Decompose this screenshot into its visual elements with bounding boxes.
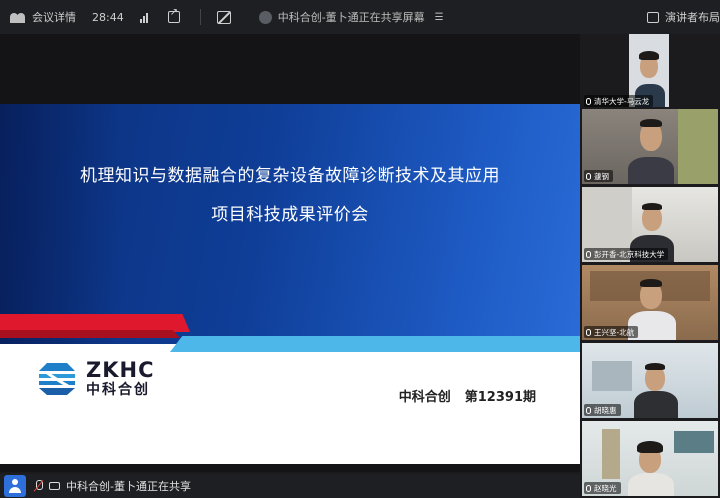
participant-name: 赵晓光: [594, 483, 617, 493]
shared-screen-area: 机理知识与数据融合的复杂设备故障诊断技术及其应用 项目科技成果评价会 ZKHC …: [0, 34, 580, 472]
app-logo-icon: [10, 11, 26, 23]
slide-title-line1: 机理知识与数据融合的复杂设备故障诊断技术及其应用: [80, 166, 500, 186]
sharing-status: 中科合创-董卜通正在共享: [66, 480, 191, 493]
camera-icon[interactable]: [49, 482, 60, 490]
mic-icon: [586, 172, 591, 180]
cyan-accent-stripe: [170, 336, 580, 352]
slide-title-line2: 项目科技成果评价会: [211, 205, 369, 225]
participant-name: 蘧钢: [594, 171, 609, 181]
slide-footer: 中科合创 第12391期: [399, 386, 536, 405]
participant-name: 王兴坚-北航: [594, 327, 635, 337]
participant-video-tile[interactable]: 蘧钢: [582, 109, 718, 184]
participant-name: 清华大学-马云龙: [594, 96, 650, 106]
sharer-avatar: [258, 10, 272, 24]
footer-issue: 第12391期: [464, 390, 536, 405]
top-toolbar: 会议详情 28:44 中科合创-董卜通正在共享屏幕 ☰ 演讲者布局: [0, 0, 720, 34]
footer-org: 中科合创: [398, 390, 451, 405]
signal-strength-icon[interactable]: [139, 12, 148, 23]
zkhc-logo-icon: [39, 362, 75, 395]
view-layout-label: 演讲者布局: [665, 11, 720, 24]
presentation-slide: 机理知识与数据融合的复杂设备故障诊断技术及其应用 项目科技成果评价会 ZKHC …: [0, 104, 580, 464]
mic-icon: [586, 97, 591, 105]
mic-icon: [586, 250, 591, 258]
layout-icon: [647, 11, 659, 23]
participant-video-tile[interactable]: 彭开香-北京科技大学: [582, 187, 718, 262]
mic-icon: [586, 406, 591, 414]
share-link-icon[interactable]: [167, 7, 180, 23]
participant-name: 胡晓惠: [594, 405, 617, 415]
mic-icon: [586, 484, 591, 492]
mic-icon: [586, 328, 591, 336]
logo-chinese-text: 中科合创: [86, 382, 150, 398]
logo-english-text: ZKHC: [86, 358, 155, 382]
participant-name-tag: 彭开香-北京科技大学: [584, 248, 669, 260]
participant-name: 彭开香-北京科技大学: [594, 249, 665, 259]
sharing-status-text: 中科合创-董卜通正在共享屏幕: [277, 11, 425, 24]
menu-icon[interactable]: ☰: [435, 12, 444, 23]
mic-muted-icon[interactable]: [34, 480, 43, 492]
toolbar-divider: [199, 9, 201, 25]
participant-video-tile[interactable]: 赵晓光: [582, 421, 718, 496]
participant-video-list[interactable]: 清华大学-马云龙 蘧钢 彭开香-北京科技大学 王兴坚-北航 胡晓惠 赵晓光: [580, 34, 720, 498]
participant-name-tag: 清华大学-马云龙: [584, 95, 654, 107]
participant-name-tag: 王兴坚-北航: [584, 326, 639, 338]
bottom-status-bar: 中科合创-董卜通正在共享: [0, 474, 580, 498]
screen-share-off-icon[interactable]: [216, 10, 231, 24]
participant-name-tag: 胡晓惠: [584, 404, 621, 416]
participant-name-tag: 蘧钢: [584, 170, 613, 182]
view-layout-button[interactable]: 演讲者布局: [647, 0, 720, 34]
zkhc-logo: ZKHC 中科合创: [38, 360, 155, 397]
meeting-timer: 28:44: [92, 10, 124, 24]
participant-name-tag: 赵晓光: [584, 482, 621, 494]
participant-video-tile[interactable]: 胡晓惠: [582, 343, 718, 418]
meeting-details-button[interactable]: 会议详情: [32, 9, 76, 25]
red-accent-stripe: [0, 314, 190, 332]
participant-video-tile[interactable]: 王兴坚-北航: [582, 265, 718, 340]
sharing-indicator[interactable]: 中科合创-董卜通正在共享屏幕 ☰: [258, 9, 444, 25]
participants-button[interactable]: [4, 475, 26, 497]
